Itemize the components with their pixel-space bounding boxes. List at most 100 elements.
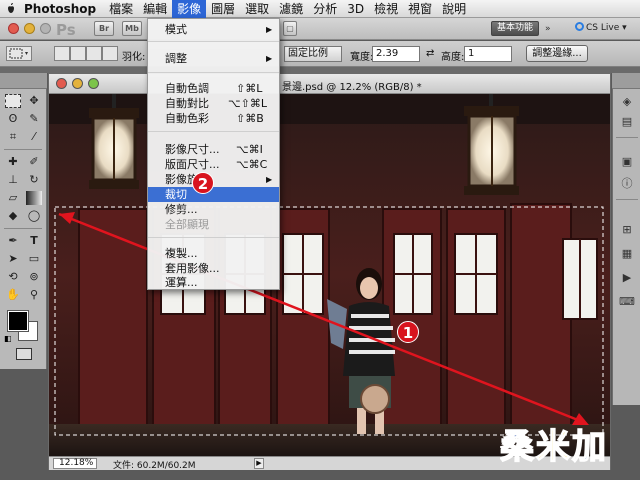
left-lantern bbox=[89, 94, 139, 189]
styles-panel-icon[interactable]: ⌨ bbox=[619, 295, 635, 309]
minimize-document-icon[interactable] bbox=[72, 78, 83, 89]
apple-menu-icon[interactable] bbox=[0, 0, 22, 18]
watermark-char-1: 桑 bbox=[500, 427, 534, 464]
menu-view[interactable]: 檢視 bbox=[369, 0, 403, 18]
tools-panel-header[interactable] bbox=[0, 73, 47, 89]
right-lantern bbox=[464, 94, 519, 195]
3d-rotate-tool-icon[interactable]: ⟲ bbox=[5, 270, 21, 284]
menu-item-calculations[interactable]: 運算... bbox=[148, 275, 279, 290]
zoom-tool-icon[interactable]: ⚲ bbox=[26, 288, 42, 302]
rectangular-marquee-tool-icon[interactable] bbox=[5, 94, 21, 108]
eyedropper-tool-icon[interactable]: ⁄ bbox=[26, 130, 42, 144]
menu-item-auto-contrast[interactable]: 自動對比 ⌥⇧⌘L bbox=[148, 96, 279, 111]
quick-selection-tool-icon[interactable]: ✎ bbox=[26, 112, 42, 126]
intersect-selection-icon[interactable] bbox=[102, 46, 118, 61]
menu-item-crop[interactable]: 裁切 bbox=[148, 187, 279, 202]
gradient-tool-icon[interactable] bbox=[26, 191, 42, 205]
menu-item-image-size[interactable]: 影像尺寸... ⌥⌘I bbox=[148, 142, 279, 157]
menu-select[interactable]: 選取 bbox=[240, 0, 274, 18]
pen-tool-icon[interactable]: ✒ bbox=[5, 234, 21, 248]
zoom-level-field[interactable]: 12.18% bbox=[53, 458, 97, 469]
menu-item-label: 版面尺寸... bbox=[165, 158, 220, 171]
workspace-expand-icon[interactable]: » bbox=[545, 24, 551, 34]
close-window-icon[interactable] bbox=[8, 23, 19, 34]
menu-item-auto-tone[interactable]: 自動色調 ⇧⌘L bbox=[148, 81, 279, 96]
subtract-selection-icon[interactable] bbox=[86, 46, 102, 61]
healing-brush-tool-icon[interactable]: ✚ bbox=[5, 155, 21, 169]
menu-item-reveal-all[interactable]: 全部顯現 bbox=[148, 217, 279, 232]
bridge-button[interactable]: Br bbox=[94, 21, 114, 36]
menu-edit[interactable]: 編輯 bbox=[138, 0, 172, 18]
menu-item-adjustments[interactable]: 調整 ▶ bbox=[148, 51, 279, 66]
menu-item-label: 自動色彩 bbox=[165, 112, 209, 125]
quick-mask-icon[interactable] bbox=[16, 348, 32, 360]
swatches-panel-icon[interactable]: ▶ bbox=[619, 271, 635, 285]
height-field[interactable]: 1 bbox=[464, 46, 512, 62]
blur-tool-icon[interactable]: ◆ bbox=[5, 209, 21, 223]
shape-tool-icon[interactable]: ▭ bbox=[26, 252, 42, 266]
document-title-bar[interactable]: 景邊.psd @ 12.2% (RGB/8) * bbox=[49, 74, 610, 94]
menu-file[interactable]: 檔案 bbox=[104, 0, 138, 18]
path-selection-tool-icon[interactable]: ➤ bbox=[5, 252, 21, 266]
menu-item-canvas-size[interactable]: 版面尺寸... ⌥⌘C bbox=[148, 157, 279, 172]
menu-item-auto-color[interactable]: 自動色彩 ⇧⌘B bbox=[148, 111, 279, 126]
menu-3d[interactable]: 3D bbox=[342, 0, 369, 18]
refine-edge-button[interactable]: 調整邊緣... bbox=[526, 45, 588, 62]
info-panel-icon[interactable]: ⓘ bbox=[619, 177, 635, 191]
menu-item-mode[interactable]: 模式 ▶ bbox=[148, 22, 279, 37]
menu-filter[interactable]: 濾鏡 bbox=[274, 0, 308, 18]
layer-comps-panel-icon[interactable]: ▤ bbox=[619, 115, 635, 129]
image-canvas[interactable]: 1 bbox=[49, 94, 610, 456]
menu-window[interactable]: 視窗 bbox=[403, 0, 437, 18]
app-name-menu[interactable]: Photoshop bbox=[22, 2, 104, 16]
clone-stamp-tool-icon[interactable]: ⊥ bbox=[5, 173, 21, 187]
panels-dock-header[interactable] bbox=[612, 73, 640, 89]
image-dropdown-menu: 模式 ▶ 調整 ▶ 自動色調 ⇧⌘L 自動對比 ⌥⇧⌘L 自動色彩 ⇧⌘B 影像尺寸...… bbox=[147, 18, 280, 290]
swap-dimensions-icon[interactable]: ⇄ bbox=[426, 48, 434, 59]
hand-tool-icon[interactable]: ✋ bbox=[5, 288, 21, 302]
move-tool-icon[interactable]: ✥ bbox=[26, 94, 42, 108]
tools-panel: ✥ ʘ ✎ ⌗ ⁄ ✚ ✐ ⊥ ↻ ▱ ◆ ◯ ✒ T ➤ ▭ ⟲ ⊚ ✋ ⚲ … bbox=[0, 89, 47, 369]
submenu-arrow-icon: ▶ bbox=[266, 175, 273, 184]
menu-divider bbox=[148, 131, 279, 132]
crop-tool-icon[interactable]: ⌗ bbox=[5, 130, 21, 144]
mini-bridge-button[interactable]: Mb bbox=[122, 21, 142, 36]
history-panel-icon[interactable]: ▦ bbox=[619, 247, 635, 261]
marquee-preset-icon[interactable] bbox=[6, 46, 32, 61]
watermark-logo: 桑 米 加 bbox=[499, 420, 612, 468]
lasso-tool-icon[interactable]: ʘ bbox=[5, 112, 21, 126]
screen-mode-icon[interactable]: ▢ bbox=[283, 21, 297, 36]
history-brush-tool-icon[interactable]: ↻ bbox=[26, 173, 42, 187]
zoom-document-icon[interactable] bbox=[88, 78, 99, 89]
document-info: 文件: 60.2M/60.2M bbox=[113, 461, 196, 471]
menu-analysis[interactable]: 分析 bbox=[308, 0, 342, 18]
cs-live-button[interactable]: CS Live ▾ bbox=[575, 22, 627, 33]
menu-help[interactable]: 說明 bbox=[437, 0, 471, 18]
add-selection-icon[interactable] bbox=[70, 46, 86, 61]
close-document-icon[interactable] bbox=[56, 78, 67, 89]
menu-item-apply-image[interactable]: 套用影像... bbox=[148, 261, 279, 276]
minimize-window-icon[interactable] bbox=[24, 23, 35, 34]
eraser-tool-icon[interactable]: ▱ bbox=[5, 191, 21, 205]
menu-divider bbox=[148, 237, 279, 238]
zoom-window-icon[interactable] bbox=[40, 23, 51, 34]
style-dropdown[interactable]: 固定比例 bbox=[284, 46, 342, 62]
navigator-panel-icon[interactable]: ▣ bbox=[619, 155, 635, 169]
brush-tool-icon[interactable]: ✐ bbox=[26, 155, 42, 169]
width-field[interactable]: 2.39 bbox=[372, 46, 420, 62]
dodge-tool-icon[interactable]: ◯ bbox=[26, 209, 42, 223]
menu-item-duplicate[interactable]: 複製... bbox=[148, 246, 279, 261]
layers-panel-icon[interactable]: ◈ bbox=[619, 95, 635, 109]
new-selection-icon[interactable] bbox=[54, 46, 70, 61]
status-menu-arrow-icon[interactable]: ▶ bbox=[254, 458, 264, 469]
default-colors-icon[interactable]: ◧ bbox=[4, 334, 12, 343]
menu-layer[interactable]: 圖層 bbox=[206, 0, 240, 18]
actions-panel-icon[interactable]: ⊞ bbox=[619, 223, 635, 237]
3d-orbit-tool-icon[interactable]: ⊚ bbox=[26, 270, 42, 284]
feather-label: 羽化: bbox=[122, 52, 146, 63]
foreground-color-swatch[interactable] bbox=[7, 310, 29, 332]
type-tool-icon[interactable]: T bbox=[26, 234, 42, 248]
workspace-button[interactable]: 基本功能 bbox=[491, 21, 539, 36]
menu-item-trim[interactable]: 修剪... bbox=[148, 202, 279, 217]
menu-image[interactable]: 影像 bbox=[172, 0, 207, 18]
